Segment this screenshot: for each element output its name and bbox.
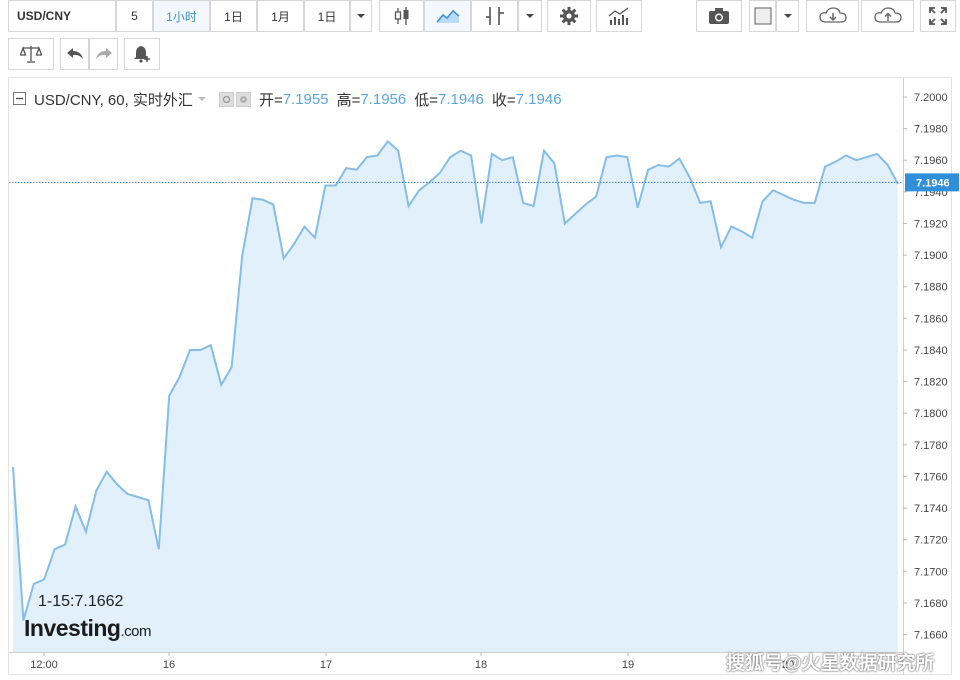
area-layer (9, 139, 903, 653)
close-label: 收= (491, 91, 516, 109)
y-tick-label: 7.1740 (914, 503, 948, 515)
collapse-icon[interactable] (13, 92, 27, 106)
open-label: 开= (258, 91, 283, 109)
chart-legend: USD/CNY, 60, 实时外汇 开= 7.1955 高= 7.1956 低= 7.… (13, 88, 562, 110)
x-tick-label: 19 (622, 659, 634, 671)
y-tick-label: 7.1700 (914, 566, 948, 578)
y-tick-label: 7.1760 (914, 471, 948, 483)
chevron-down-icon[interactable] (197, 96, 207, 102)
visibility-icon[interactable] (218, 91, 234, 107)
y-tick-label: 7.1920 (914, 218, 948, 230)
y-tick-label: 7.1960 (914, 155, 948, 167)
y-tick-label: 7.1800 (914, 408, 948, 420)
area-fill (13, 141, 898, 653)
watermark: 搜狐号@火星数据研究所 (726, 653, 935, 674)
close-value: 7.1946 (515, 90, 562, 108)
y-tick-label: 7.1780 (914, 440, 948, 452)
y-tick-label: 7.2000 (914, 92, 948, 104)
high-label: 高= (336, 91, 361, 109)
x-tick-label: 16 (163, 659, 175, 671)
low-label: 低= (414, 91, 439, 109)
open-value: 7.1955 (282, 90, 329, 108)
y-tick-label: 7.1840 (914, 345, 948, 357)
crosshair-tooltip: 1-15:7.1662 (38, 593, 124, 610)
y-tick-label: 7.1980 (914, 124, 948, 136)
y-tick-label: 7.1860 (914, 313, 948, 325)
low-value: 7.1946 (438, 90, 484, 108)
y-tick-label: 7.1900 (914, 250, 948, 262)
y-tick-label: 7.1820 (914, 377, 948, 389)
y-tick-label: 7.1680 (914, 598, 948, 610)
logo-suffix: .com (120, 623, 151, 640)
legend-title: USD/CNY, 60, 实时外汇 (34, 91, 193, 109)
logo-brand: Investing (24, 615, 121, 641)
x-tick-label: 17 (320, 659, 332, 671)
x-tick-label: 18 (475, 659, 487, 671)
y-tick-label: 7.1660 (914, 630, 948, 642)
high-value: 7.1956 (360, 90, 407, 108)
gear-icon[interactable] (235, 91, 251, 107)
x-tick-label: 12:00 (30, 659, 58, 671)
last-price-label: 7.1946 (916, 177, 950, 189)
investing-logo: Investing.com (24, 615, 151, 642)
y-tick-label: 7.1880 (914, 282, 948, 294)
y-tick-label: 7.1720 (914, 535, 948, 547)
